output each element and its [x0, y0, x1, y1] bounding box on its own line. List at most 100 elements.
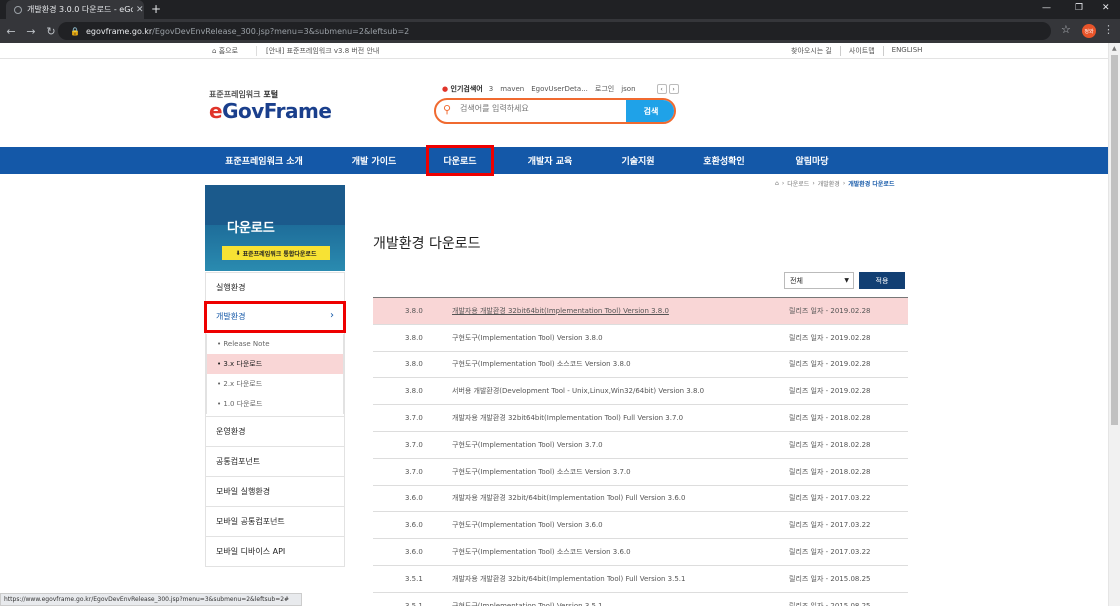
sidebar-item-devenv[interactable]: 개발환경 ›	[204, 301, 346, 333]
scrollbar[interactable]: ▲	[1108, 43, 1120, 606]
table-row[interactable]: 3.8.0 서버용 개발환경(Development Tool - Unix,Li…	[373, 378, 908, 406]
release-date: 릴리즈 일자 - 2019.02.28	[789, 360, 871, 369]
forward-icon[interactable]: →	[22, 25, 40, 38]
submenu-2x-download[interactable]: • 2.x 다운로드	[206, 374, 344, 394]
release-link[interactable]: 구현도구(Implementation Tool) Version 3.6.0	[452, 520, 603, 530]
main-nav: 표준프레임워크 소개 개발 가이드 다운로드 개발자 교육 기술지원 호환성확인…	[0, 145, 1108, 176]
release-link[interactable]: 구현도구(Implementation Tool) Version 3.8.0	[452, 333, 603, 343]
lock-icon: 🔒	[70, 26, 80, 36]
browser-tabstrip: 개발환경 3.0.0 다운로드 - eGovFra ✕ + — ❐ ✕	[0, 0, 1120, 19]
sitemap-link[interactable]: 사이트맵	[839, 46, 883, 56]
nav-notice[interactable]: 알림마당	[784, 147, 840, 174]
scroll-up-icon[interactable]: ▲	[1112, 45, 1117, 52]
release-link[interactable]: 개발자용 개발환경 32bit/64bit(Implementation Too…	[452, 574, 685, 584]
release-version: 3.8.0	[405, 360, 423, 369]
sidebar-item-common-components[interactable]: 공통컴포넌트	[205, 447, 345, 477]
release-link[interactable]: 서버용 개발환경(Development Tool - Unix,Linux,W…	[452, 386, 704, 396]
home-icon: ⌂	[212, 47, 217, 55]
release-version: 3.6.0	[405, 548, 423, 557]
search-button[interactable]: 검색	[626, 100, 674, 122]
sidebar-submenu: • Release Note • 3.x 다운로드 • 2.x 다운로드 • 1…	[205, 332, 345, 417]
nav-support[interactable]: 기술지원	[608, 147, 668, 174]
release-version: 3.6.0	[405, 521, 423, 530]
popular-keyword[interactable]: EgovUserDeta...	[531, 85, 588, 93]
filter-select[interactable]: 전체 ▼	[784, 272, 854, 289]
web-page: ⌂ 홈으로 [안내] 표준프레임워크 v3.8 버전 안내 찾아오시는 길 사이…	[0, 43, 1108, 606]
table-row[interactable]: 3.5.1 개발자용 개발환경 32bit/64bit(Implementatio…	[373, 566, 908, 593]
release-date: 릴리즈 일자 - 2015.08.25	[789, 601, 871, 606]
window-close-icon[interactable]: ✕	[1102, 3, 1110, 13]
home-icon[interactable]: ⌂	[775, 180, 779, 187]
nav-dev-guide[interactable]: 개발 가이드	[340, 147, 408, 174]
submenu-3x-download[interactable]: • 3.x 다운로드	[206, 354, 344, 374]
release-link[interactable]: 구현도구(Implementation Tool) Version 3.7.0	[452, 440, 603, 450]
profile-avatar[interactable]: 정와	[1082, 24, 1096, 38]
popular-keyword[interactable]: 로그인	[595, 84, 614, 94]
browser-toolbar: ← → ↻ 🔒 egovframe.go.kr/EgovDevEnvReleas…	[0, 19, 1120, 43]
sidebar-item-runtime[interactable]: 실행환경	[205, 272, 345, 302]
sidebar-item-mobile-device-api[interactable]: 모바일 디바이스 API	[205, 537, 345, 567]
address-bar[interactable]: 🔒 egovframe.go.kr/EgovDevEnvRelease_300.…	[58, 22, 1051, 40]
nav-education[interactable]: 개발자 교육	[518, 147, 582, 174]
table-row[interactable]: 3.6.0 구현도구(Implementation Tool) 소스코드 Vers…	[373, 539, 908, 566]
search-input[interactable]	[460, 104, 620, 113]
release-version: 3.8.0	[405, 387, 423, 396]
url-host: egovframe.go.kr	[85, 26, 153, 36]
popular-keyword[interactable]: json	[621, 85, 635, 93]
submenu-10-download[interactable]: • 1.0 다운로드	[206, 394, 344, 414]
nav-download[interactable]: 다운로드	[426, 145, 494, 176]
release-version: 3.5.1	[405, 601, 423, 606]
breadcrumb-item[interactable]: 다운로드	[787, 179, 809, 188]
status-bar: https://www.egovframe.go.kr/EgovDevEnvRe…	[0, 593, 302, 606]
site-logo[interactable]: 표준프레임워크 포털 eGovFrame	[209, 89, 332, 123]
release-date: 릴리즈 일자 - 2018.02.28	[789, 467, 871, 476]
apply-button[interactable]: 적용	[859, 272, 905, 289]
scrollbar-thumb[interactable]	[1111, 55, 1118, 425]
release-link[interactable]: 구현도구(Implementation Tool) 소스코드 Version 3…	[452, 547, 631, 557]
release-link[interactable]: 개발자용 개발환경 32bit64bit(Implementation Tool…	[452, 413, 683, 423]
sidebar-item-operation[interactable]: 운영환경	[205, 417, 345, 447]
home-link[interactable]: ⌂ 홈으로	[212, 46, 238, 56]
table-row[interactable]: 3.7.0 개발자용 개발환경 32bit64bit(Implementation…	[373, 405, 908, 432]
release-link[interactable]: 개발자용 개발환경 32bit/64bit(Implementation Too…	[452, 493, 685, 503]
english-link[interactable]: ENGLISH	[882, 46, 931, 56]
chevron-right-icon[interactable]: ›	[668, 84, 679, 94]
table-row[interactable]: 3.7.0 구현도구(Implementation Tool) Version 3…	[373, 432, 908, 459]
table-row[interactable]: 3.7.0 구현도구(Implementation Tool) 소스코드 Vers…	[373, 459, 908, 486]
release-link[interactable]: 구현도구(Implementation Tool) 소스코드 Version 3…	[452, 467, 631, 477]
sidebar-item-mobile-components[interactable]: 모바일 공통컴포넌트	[205, 507, 345, 537]
nav-compatibility[interactable]: 호환성확인	[692, 147, 756, 174]
release-version: 3.5.1	[405, 574, 423, 583]
back-icon[interactable]: ←	[2, 25, 20, 38]
sidebar-item-mobile-runtime[interactable]: 모바일 실행환경	[205, 477, 345, 507]
notice-link[interactable]: [안내] 표준프레임워크 v3.8 버전 안내	[256, 46, 379, 56]
popular-keyword[interactable]: 3	[489, 85, 493, 93]
submenu-release-note[interactable]: • Release Note	[206, 334, 344, 354]
bookmark-star-icon[interactable]: ☆	[1061, 23, 1071, 36]
home-label: 홈으로	[218, 47, 239, 55]
integrated-download-button[interactable]: ⬇ 표준프레임워크 통합다운로드	[222, 246, 330, 260]
table-row[interactable]: 3.8.0 구현도구(Implementation Tool) 소스코드 Vers…	[373, 352, 908, 379]
table-row[interactable]: 3.8.0 개발자용 개발환경 32bit64bit(Implementation…	[373, 298, 908, 325]
table-row[interactable]: 3.5.1 구현도구(Implementation Tool) Version 3…	[373, 593, 908, 606]
restore-icon[interactable]: ❐	[1075, 3, 1083, 13]
chevron-left-icon[interactable]: ‹	[656, 84, 667, 94]
release-link[interactable]: 개발자용 개발환경 32bit64bit(Implementation Tool…	[452, 306, 669, 316]
logo-sub-bold: 포털	[263, 90, 279, 99]
release-link[interactable]: 구현도구(Implementation Tool) 소스코드 Version 3…	[452, 359, 631, 369]
table-row[interactable]: 3.6.0 개발자용 개발환경 32bit/64bit(Implementatio…	[373, 486, 908, 513]
new-tab-icon[interactable]: +	[151, 2, 161, 16]
table-row[interactable]: 3.8.0 구현도구(Implementation Tool) Version 3…	[373, 325, 908, 352]
minimize-icon[interactable]: —	[1042, 3, 1051, 13]
url-path: /EgovDevEnvRelease_300.jsp?menu=3&submen…	[152, 26, 410, 36]
browser-menu-icon[interactable]: ⋮	[1103, 23, 1114, 36]
directions-link[interactable]: 찾아오시는 길	[783, 46, 840, 56]
breadcrumb-current: 개발환경 다운로드	[848, 181, 895, 188]
browser-tab[interactable]: 개발환경 3.0.0 다운로드 - eGovFra ✕	[6, 0, 144, 19]
popular-keyword[interactable]: maven	[500, 85, 524, 93]
nav-intro[interactable]: 표준프레임워크 소개	[214, 147, 314, 174]
table-row[interactable]: 3.6.0 구현도구(Implementation Tool) Version 3…	[373, 512, 908, 540]
release-link[interactable]: 구현도구(Implementation Tool) Version 3.5.1	[452, 601, 603, 606]
breadcrumb-item[interactable]: 개발환경	[818, 179, 840, 188]
close-icon[interactable]: ✕	[136, 5, 144, 15]
